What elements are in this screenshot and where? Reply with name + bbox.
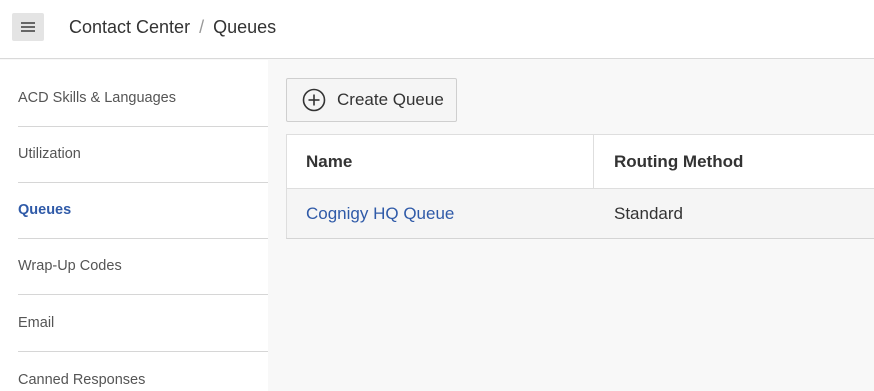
queues-table: Name Routing Method Cognigy HQ Queue Sta… xyxy=(286,134,874,239)
sidebar-item-label: Email xyxy=(18,315,55,331)
sidebar-item-label: Canned Responses xyxy=(18,371,146,388)
queue-name-link[interactable]: Cognigy HQ Queue xyxy=(306,189,454,238)
sidebar-item-label: Queues xyxy=(18,202,72,218)
column-header-routing-method[interactable]: Routing Method xyxy=(594,135,874,189)
create-queue-button[interactable]: Create Queue xyxy=(286,78,457,122)
menu-button[interactable] xyxy=(12,13,44,41)
table-row[interactable]: Cognigy HQ Queue Standard xyxy=(287,189,874,238)
column-header-name[interactable]: Name xyxy=(287,135,594,189)
sidebar-item-label: Utilization xyxy=(18,146,81,162)
hamburger-icon xyxy=(21,22,35,32)
sidebar: ACD Skills & Languages Utilization Queue… xyxy=(0,60,268,391)
sidebar-item-queues[interactable]: Queues xyxy=(18,182,268,239)
sidebar-item-label: Wrap-Up Codes xyxy=(18,258,122,274)
sidebar-item-wrap-up-codes[interactable]: Wrap-Up Codes xyxy=(18,238,268,295)
sidebar-item-label: ACD Skills & Languages xyxy=(18,90,176,106)
breadcrumb-contact-center[interactable]: Contact Center xyxy=(69,17,190,38)
plus-circle-icon xyxy=(302,88,326,112)
table-header: Name Routing Method xyxy=(287,135,874,189)
sidebar-item-email[interactable]: Email xyxy=(18,295,268,352)
main-content: Create Queue Name Routing Method Cognigy… xyxy=(268,60,874,391)
queue-routing-method: Standard xyxy=(614,203,683,223)
sidebar-item-utilization[interactable]: Utilization xyxy=(18,126,268,183)
sidebar-item-acd-skills[interactable]: ACD Skills & Languages xyxy=(18,70,268,127)
top-bar: Contact Center / Queues xyxy=(0,0,874,59)
breadcrumb-separator: / xyxy=(199,17,205,37)
breadcrumb-queues: Queues xyxy=(213,17,277,37)
breadcrumb: Contact Center / Queues xyxy=(69,17,276,38)
sidebar-item-canned-responses[interactable]: Canned Responses xyxy=(18,351,268,391)
create-queue-label: Create Queue xyxy=(337,90,444,109)
